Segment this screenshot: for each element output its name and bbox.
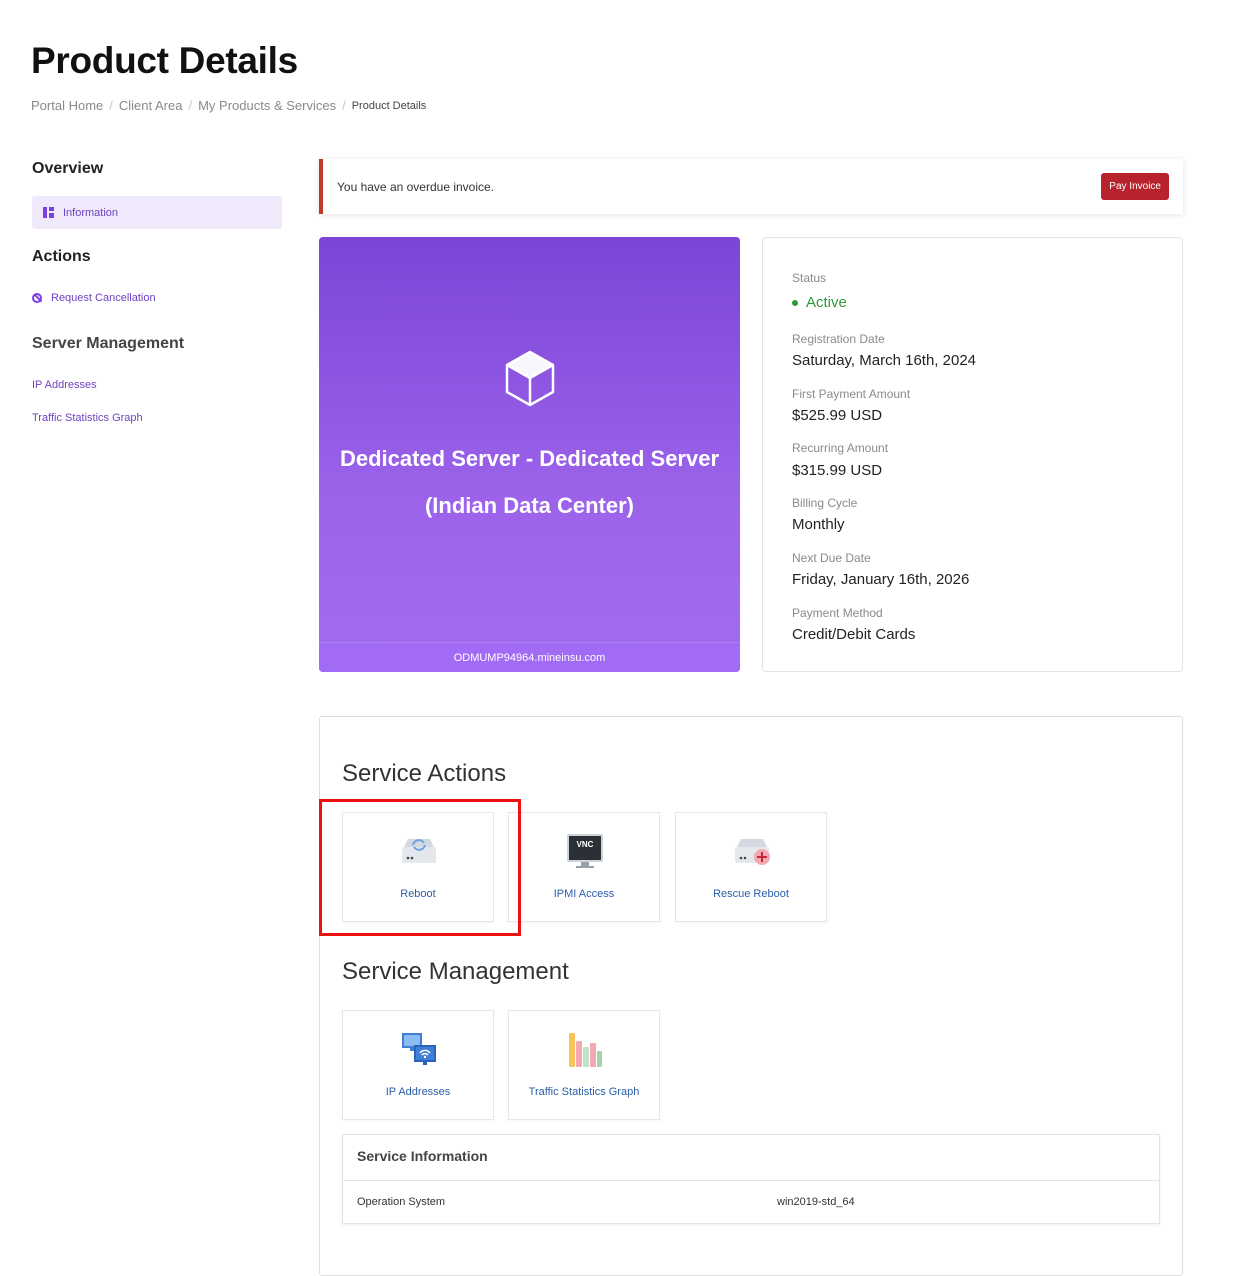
breadcrumb-client-area[interactable]: Client Area <box>119 98 183 113</box>
product-hostname: ODMUMP94964.mineinsu.com <box>319 642 740 672</box>
breadcrumb-portal-home[interactable]: Portal Home <box>31 98 103 113</box>
rescue-reboot-label: Rescue Reboot <box>713 888 789 900</box>
product-name: Dedicated Server - Dedicated Server (Ind… <box>339 446 720 518</box>
status-label: Status <box>792 271 827 285</box>
breadcrumb-current: Product Details <box>351 99 427 112</box>
sidebar-item-label: Request Cancellation <box>51 292 156 304</box>
service-information-heading: Service Information <box>343 1135 1159 1181</box>
service-actions-heading: Service Actions <box>342 760 507 787</box>
sidebar-item-traffic-statistics[interactable]: Traffic Statistics Graph <box>32 412 143 424</box>
next-due-date-value: Friday, January 16th, 2026 <box>792 571 970 588</box>
billing-cycle-value: Monthly <box>792 516 845 533</box>
product-details-panel: Status Active Registration Date Saturday… <box>762 237 1183 672</box>
operation-system-label: Operation System <box>357 1196 446 1208</box>
dashboard-icon <box>43 207 54 218</box>
sidebar-item-ip-addresses[interactable]: IP Addresses <box>32 379 97 391</box>
breadcrumb: Portal Home / Client Area / My Products … <box>31 98 426 113</box>
sidebar-overview-heading: Overview <box>32 160 104 177</box>
registration-date-label: Registration Date <box>792 332 885 346</box>
reboot-highlight-box <box>319 799 521 936</box>
payment-method-value: Credit/Debit Cards <box>792 626 916 643</box>
page-title: Product Details <box>31 40 298 81</box>
next-due-date-label: Next Due Date <box>792 551 871 565</box>
status-dot-icon <box>792 299 798 306</box>
ip-addresses-label: IP Addresses <box>385 1086 451 1098</box>
breadcrumb-separator: / <box>188 98 193 113</box>
status-badge: Active <box>792 294 847 311</box>
sidebar-item-information[interactable]: Information <box>32 196 282 229</box>
registration-date-value: Saturday, March 16th, 2024 <box>792 352 976 369</box>
sidebar-item-label: Information <box>63 206 119 219</box>
breadcrumb-separator: / <box>109 98 113 113</box>
sidebar-item-request-cancellation[interactable]: Request Cancellation <box>32 292 156 304</box>
overdue-alert: You have an overdue invoice. Pay Invoice <box>319 159 1183 214</box>
recurring-amount-label: Recurring Amount <box>792 441 889 455</box>
service-management-heading: Service Management <box>342 958 569 985</box>
pay-invoice-button[interactable]: Pay Invoice <box>1101 173 1169 200</box>
operation-system-value: win2019-std_64 <box>777 1196 855 1208</box>
ipmi-access-label: IPMI Access <box>553 888 615 900</box>
breadcrumb-separator: / <box>342 98 346 113</box>
alert-message: You have an overdue invoice. <box>337 179 495 194</box>
status-value: Active <box>806 294 847 311</box>
ip-addresses-tile[interactable]: IP Addresses <box>342 1010 494 1120</box>
sidebar-actions-heading: Actions <box>32 248 91 265</box>
traffic-statistics-tile[interactable]: Traffic Statistics Graph <box>508 1010 660 1120</box>
bar-stats-icon <box>569 1033 602 1067</box>
network-computers-icon <box>402 1033 436 1065</box>
breadcrumb-products-services[interactable]: My Products & Services <box>198 98 336 113</box>
first-payment-value: $525.99 USD <box>792 407 883 424</box>
traffic-statistics-label: Traffic Statistics Graph <box>528 1086 640 1098</box>
first-payment-label: First Payment Amount <box>792 387 911 401</box>
service-information-panel: Service Information Operation System win… <box>342 1134 1160 1224</box>
vnc-monitor-icon: VNC <box>567 834 603 868</box>
product-card: Dedicated Server - Dedicated Server (Ind… <box>319 237 740 672</box>
server-rescue-icon <box>735 839 770 865</box>
rescue-reboot-tile[interactable]: Rescue Reboot <box>675 812 827 922</box>
recurring-amount-value: $315.99 USD <box>792 462 883 479</box>
ban-icon <box>32 293 42 303</box>
cube-icon <box>505 350 555 407</box>
sidebar-server-heading: Server Management <box>32 335 185 352</box>
svg-text:VNC: VNC <box>577 840 594 849</box>
payment-method-label: Payment Method <box>792 606 883 620</box>
billing-cycle-label: Billing Cycle <box>792 496 858 510</box>
ipmi-access-tile[interactable]: VNC IPMI Access <box>508 812 660 922</box>
